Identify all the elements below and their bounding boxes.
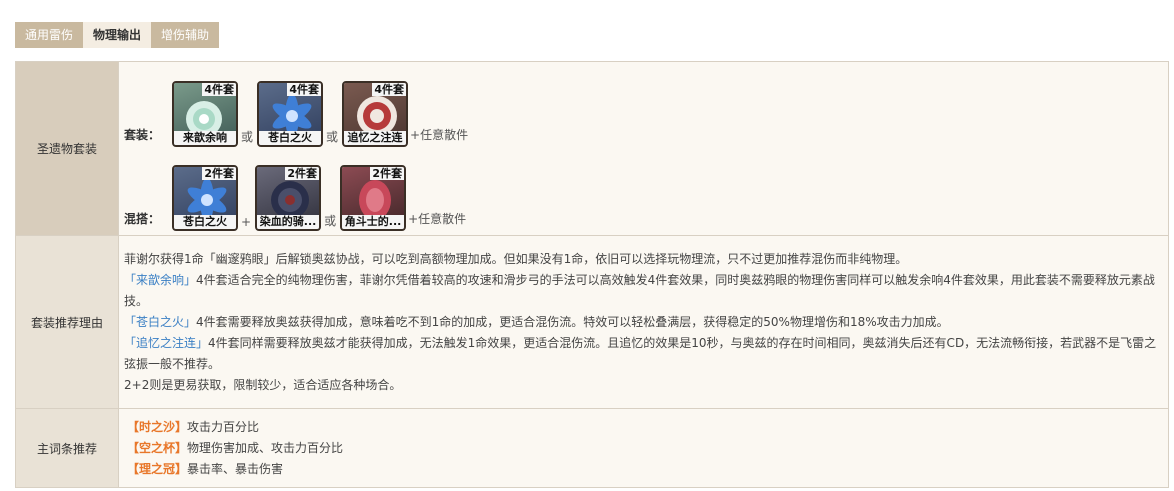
main-stat-item: 【时之沙】攻击力百分比 <box>127 417 1162 438</box>
tab-support[interactable]: 增伤辅助 <box>151 22 220 48</box>
reason-label: 套装推荐理由 <box>15 235 119 409</box>
set-name: 角斗士的... <box>342 215 405 229</box>
full-set-line: 套装： 4件套 来歆余响 或 4件套 苍白之火 或 4件套 追忆之注连 +任意散… <box>124 66 1168 147</box>
main-stat-label: 主词条推荐 <box>15 408 119 488</box>
set-tag: 「苍白之火」 <box>124 314 197 329</box>
set-badge: 4件套 <box>372 83 407 96</box>
slot-tag: 【空之杯】 <box>127 440 188 455</box>
set-badge: 2件套 <box>285 167 320 180</box>
set-name: 苍白之火 <box>174 215 236 229</box>
pale-flame-2pc-icon[interactable]: 2件套 苍白之火 <box>172 165 238 231</box>
echoes-set-icon[interactable]: 4件套 来歆余响 <box>172 81 238 147</box>
reason-text: 4件套需要释放奥兹获得加成，意味着吃不到1命的加成，更适合混伤流。特效可以轻松叠… <box>196 314 949 329</box>
full-set-label: 套装： <box>124 128 161 142</box>
main-stat-item: 【空之杯】物理伤害加成、攻击力百分比 <box>127 438 1162 459</box>
reason-text: 4件套适合完全的纯物理伤害，菲谢尔凭借着较高的攻速和滑步弓的手法可以高效触发4件… <box>124 272 1155 308</box>
bloodstained-2pc-icon[interactable]: 2件套 染血的骑... <box>255 165 322 231</box>
pale-flame-set-icon[interactable]: 4件套 苍白之火 <box>257 81 324 147</box>
reason-paragraph: 菲谢尔获得1命「幽邃鸦眼」后解锁奥兹协战，可以吃到高额物理加成。但如果没有1命，… <box>124 251 908 266</box>
any-pieces-text: +任意散件 <box>408 212 467 226</box>
stat-text: 物理伤害加成、攻击力百分比 <box>187 440 344 455</box>
set-tag: 「来歆余响」 <box>124 272 197 287</box>
or-text: 或 <box>241 130 254 144</box>
tab-physical-dps[interactable]: 物理输出 <box>83 22 152 48</box>
gladiator-2pc-icon[interactable]: 2件套 角斗士的... <box>340 165 407 231</box>
any-pieces-text: +任意散件 <box>410 128 469 142</box>
mixed-set-label: 混搭： <box>124 212 161 226</box>
set-name: 苍白之火 <box>259 131 322 145</box>
reason-paragraph: 「追忆之注连」4件套同样需要释放奥兹才能获得加成，无法触发1命效果，更适合混伤流… <box>124 333 1162 375</box>
set-badge: 2件套 <box>202 167 236 180</box>
slot-tag: 【时之沙】 <box>127 419 188 434</box>
or-text: 或 <box>326 130 339 144</box>
shimenawa-set-icon[interactable]: 4件套 追忆之注连 <box>342 81 409 147</box>
set-name: 来歆余响 <box>174 131 236 145</box>
main-stat-item: 【理之冠】暴击率、暴击伤害 <box>127 459 1162 480</box>
main-stat-content: 【时之沙】攻击力百分比 【空之杯】物理伤害加成、攻击力百分比 【理之冠】暴击率、… <box>118 408 1169 488</box>
reason-paragraph: 「来歆余响」4件套适合完全的纯物理伤害，菲谢尔凭借着较高的攻速和滑步弓的手法可以… <box>124 270 1162 312</box>
reason-content: 菲谢尔获得1命「幽邃鸦眼」后解锁奥兹协战，可以吃到高额物理加成。但如果没有1命，… <box>118 235 1169 409</box>
artifact-set-row: 圣遗物套装 套装： 4件套 来歆余响 或 4件套 苍白之火 或 4件套 追忆之注… <box>15 61 1169 236</box>
reason-text: 4件套同样需要释放奥兹才能获得加成，无法触发1命效果，更适合混伤流。且追忆的效果… <box>124 335 1157 371</box>
reason-row: 套装推荐理由 菲谢尔获得1命「幽邃鸦眼」后解锁奥兹协战，可以吃到高额物理加成。但… <box>15 235 1169 409</box>
set-badge: 2件套 <box>370 167 405 180</box>
reason-paragraph: 「苍白之火」4件套需要释放奥兹获得加成，意味着吃不到1命的加成，更适合混伤流。特… <box>124 312 1162 333</box>
tab-general-electro[interactable]: 通用雷伤 <box>15 22 84 48</box>
set-name: 追忆之注连 <box>344 131 407 145</box>
artifact-set-content: 套装： 4件套 来歆余响 或 4件套 苍白之火 或 4件套 追忆之注连 +任意散… <box>118 61 1169 236</box>
main-stat-row: 主词条推荐 【时之沙】攻击力百分比 【空之杯】物理伤害加成、攻击力百分比 【理之… <box>15 408 1169 488</box>
plus-text: + <box>241 215 252 229</box>
or-text: 或 <box>324 214 337 228</box>
stat-text: 攻击力百分比 <box>187 419 260 434</box>
set-tag: 「追忆之注连」 <box>124 335 209 350</box>
set-name: 染血的骑... <box>257 215 320 229</box>
mixed-set-line: 混搭： 2件套 苍白之火 + 2件套 染血的骑... 或 2件套 角斗士的...… <box>124 150 1168 231</box>
reason-paragraph: 2+2则是更易获取，限制较少，适合适应各种场合。 <box>124 377 402 392</box>
artifact-set-label: 圣遗物套装 <box>15 61 119 236</box>
stat-text: 暴击率、暴击伤害 <box>187 461 284 476</box>
set-badge: 4件套 <box>202 83 236 96</box>
set-badge: 4件套 <box>287 83 322 96</box>
slot-tag: 【理之冠】 <box>127 461 188 476</box>
tab-bar: 通用雷伤 物理输出 增伤辅助 <box>15 22 220 48</box>
build-table: 圣遗物套装 套装： 4件套 来歆余响 或 4件套 苍白之火 或 4件套 追忆之注… <box>15 61 1169 488</box>
